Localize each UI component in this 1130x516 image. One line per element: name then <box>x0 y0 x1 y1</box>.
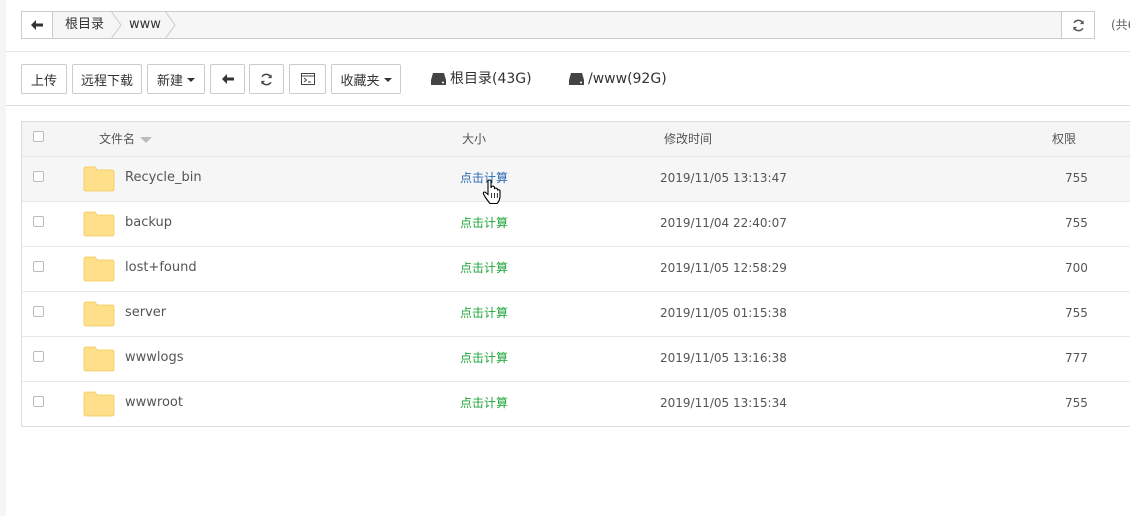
disk-www[interactable]: /www(92G) <box>569 64 667 94</box>
row-checkbox[interactable] <box>33 306 44 317</box>
modified-time: 2019/11/05 13:16:38 <box>660 351 787 365</box>
file-name[interactable]: Recycle_bin <box>125 157 202 201</box>
row-checkbox[interactable] <box>33 171 44 182</box>
calc-size-link[interactable]: 点击计算 <box>460 292 508 336</box>
modified-time: 2019/11/04 22:40:07 <box>660 216 787 230</box>
breadcrumb-separator-icon <box>164 11 176 39</box>
refresh-button[interactable] <box>249 64 284 94</box>
calc-size-link[interactable]: 点击计算 <box>460 202 508 246</box>
table-row[interactable]: server 点击计算 2019/11/05 01:15:38 755 <box>22 292 1130 337</box>
favorites-dropdown-button[interactable]: 收藏夹 <box>331 64 401 94</box>
permission[interactable]: 755 <box>1065 292 1088 336</box>
path-bar: 根目录 www <box>21 11 1095 39</box>
arrow-left-icon <box>31 20 43 30</box>
folder-icon <box>83 256 115 282</box>
header-perm[interactable]: 权限 <box>1052 122 1076 157</box>
divider <box>6 51 1130 52</box>
table-row[interactable]: backup 点击计算 2019/11/04 22:40:07 755 <box>22 202 1130 247</box>
table-header: 文件名 大小 修改时间 权限 <box>22 122 1130 157</box>
file-table: 文件名 大小 修改时间 权限 Recycle_bin 点击计算 2019/11/… <box>21 121 1130 427</box>
header-name[interactable]: 文件名 <box>99 122 153 157</box>
terminal-button[interactable] <box>289 64 326 94</box>
back-button[interactable] <box>210 64 245 94</box>
permission[interactable]: 777 <box>1065 337 1088 381</box>
hand-cursor-icon <box>482 179 501 205</box>
calc-size-link[interactable]: 点击计算 <box>460 247 508 291</box>
folder-icon <box>83 391 115 417</box>
disk-root[interactable]: 根目录(43G) <box>431 64 532 94</box>
caret-down-icon <box>187 78 195 82</box>
terminal-icon <box>300 73 315 85</box>
header-size[interactable]: 大小 <box>462 122 486 157</box>
table-row[interactable]: Recycle_bin 点击计算 2019/11/05 13:13:47 755 <box>22 157 1130 202</box>
refresh-icon <box>1072 19 1084 31</box>
upload-button[interactable]: 上传 <box>21 64 67 94</box>
calc-size-link[interactable]: 点击计算 <box>460 337 508 381</box>
permission[interactable]: 755 <box>1065 382 1088 426</box>
refresh-icon <box>261 73 272 85</box>
file-name[interactable]: wwwroot <box>125 382 183 426</box>
remote-download-button[interactable]: 远程下载 <box>72 64 142 94</box>
row-checkbox[interactable] <box>33 351 44 362</box>
modified-time: 2019/11/05 12:58:29 <box>660 261 787 275</box>
folder-icon <box>83 346 115 372</box>
folder-icon <box>83 301 115 327</box>
modified-time: 2019/11/05 01:15:38 <box>660 306 787 320</box>
table-row[interactable]: lost+found 点击计算 2019/11/05 12:58:29 700 <box>22 247 1130 292</box>
folder-icon <box>83 211 115 237</box>
folder-icon <box>83 166 115 192</box>
file-name[interactable]: backup <box>125 202 172 246</box>
path-back-button[interactable] <box>22 12 53 38</box>
table-row[interactable]: wwwlogs 点击计算 2019/11/05 13:16:38 777 <box>22 337 1130 382</box>
row-checkbox[interactable] <box>33 396 44 407</box>
caret-down-icon <box>383 78 392 82</box>
table-row[interactable]: wwwroot 点击计算 2019/11/05 13:15:34 755 <box>22 382 1130 427</box>
row-checkbox[interactable] <box>33 261 44 272</box>
modified-time: 2019/11/05 13:13:47 <box>660 171 787 185</box>
row-checkbox[interactable] <box>33 216 44 227</box>
permission[interactable]: 755 <box>1065 157 1088 201</box>
hard-drive-icon <box>569 73 584 85</box>
breadcrumb-root[interactable]: 根目录 <box>65 12 104 38</box>
breadcrumb-separator-icon <box>110 11 122 39</box>
file-name[interactable]: server <box>125 292 166 336</box>
new-dropdown-button[interactable]: 新建 <box>147 64 205 94</box>
file-name[interactable]: lost+found <box>125 247 197 291</box>
select-all-checkbox[interactable] <box>33 131 44 142</box>
file-name[interactable]: wwwlogs <box>125 337 184 381</box>
header-mtime[interactable]: 修改时间 <box>664 122 712 157</box>
hard-drive-icon <box>431 73 446 85</box>
breadcrumb-www[interactable]: www <box>129 12 161 38</box>
file-count-label: (共6 <box>1111 18 1130 32</box>
arrow-left-icon <box>221 74 234 84</box>
permission[interactable]: 755 <box>1065 202 1088 246</box>
permission[interactable]: 700 <box>1065 247 1088 291</box>
path-refresh-button[interactable] <box>1061 12 1094 38</box>
divider <box>6 105 1130 106</box>
modified-time: 2019/11/05 13:15:34 <box>660 396 787 410</box>
sort-down-icon <box>140 136 153 143</box>
calc-size-link[interactable]: 点击计算 <box>460 382 508 426</box>
